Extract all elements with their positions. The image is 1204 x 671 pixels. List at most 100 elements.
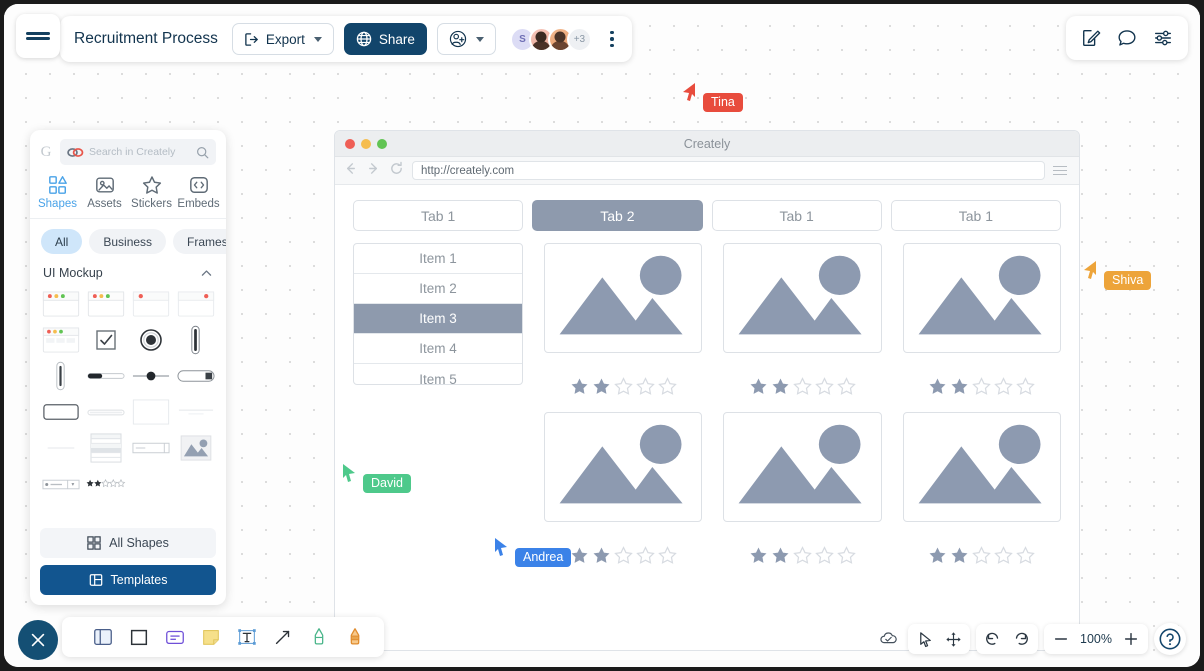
search-input[interactable]: Search in Creately xyxy=(60,139,216,165)
pan-move-icon[interactable] xyxy=(940,626,966,652)
mockup-card[interactable] xyxy=(902,243,1061,396)
shape-square-tool-icon[interactable] xyxy=(126,624,152,650)
zoom-level[interactable]: 100% xyxy=(1076,632,1116,646)
mockup-tab-1[interactable]: Tab 1 xyxy=(353,200,524,231)
star-rating[interactable] xyxy=(903,377,1061,396)
shape-window-single-dot-right[interactable] xyxy=(173,289,218,319)
zoom-group: 100% xyxy=(1044,624,1148,654)
shape-image-placeholder[interactable] xyxy=(173,433,218,463)
arrow-right-icon[interactable] xyxy=(366,161,381,181)
shape-star-rating[interactable] xyxy=(83,469,128,499)
mockup-card[interactable] xyxy=(544,243,703,396)
shape-radio-selected[interactable] xyxy=(128,325,173,355)
shape-browser-window-3dots[interactable] xyxy=(38,289,83,319)
plus-icon[interactable] xyxy=(1118,626,1144,652)
shape-browser-window-3dots-alt[interactable] xyxy=(83,289,128,319)
all-shapes-label: All Shapes xyxy=(109,536,169,550)
browser-mockup-shape[interactable]: Creately http://creately.com Tab 1 Tab 2… xyxy=(334,130,1080,651)
mockup-card[interactable] xyxy=(723,412,882,565)
shape-slider-handle[interactable] xyxy=(128,361,173,391)
shape-checkbox-checked[interactable] xyxy=(83,325,128,355)
history-group xyxy=(976,624,1039,654)
mockup-url-field[interactable]: http://creately.com xyxy=(412,161,1045,180)
image-placeholder-icon xyxy=(544,243,703,353)
mockup-tab-4[interactable]: Tab 1 xyxy=(890,200,1061,231)
document-title[interactable]: Recruitment Process xyxy=(74,30,222,48)
shape-scrollbar-vertical[interactable] xyxy=(38,361,83,391)
mockup-card[interactable] xyxy=(723,243,882,396)
templates-button[interactable]: Templates xyxy=(40,565,216,595)
collaborator-cursor-david: David xyxy=(341,463,411,493)
star-rating[interactable] xyxy=(903,546,1061,565)
list-item[interactable]: Item 1 xyxy=(354,244,522,274)
shape-progress-bar[interactable] xyxy=(83,361,128,391)
shape-date-picker[interactable] xyxy=(38,469,83,499)
image-placeholder-icon xyxy=(723,412,882,522)
help-button[interactable] xyxy=(1154,623,1186,655)
list-item[interactable]: Item 2 xyxy=(354,274,522,304)
tab-label: Assets xyxy=(87,198,122,210)
shape-divider-line[interactable] xyxy=(173,397,218,427)
mockup-tab-2[interactable]: Tab 2 xyxy=(532,200,703,231)
highlighter-tool-icon[interactable] xyxy=(342,624,368,650)
shape-browser-window-tabs[interactable] xyxy=(38,325,83,355)
list-item[interactable]: Item 3 xyxy=(354,304,522,334)
undo-icon[interactable] xyxy=(980,626,1006,652)
main-menu-button[interactable] xyxy=(16,14,60,58)
avatar-group: S +3 xyxy=(509,26,592,52)
filter-chip-frames[interactable]: Frames xyxy=(173,229,226,254)
list-item[interactable]: Item 4 xyxy=(354,334,522,364)
search-placeholder: Search in Creately xyxy=(89,146,176,158)
shape-data-table[interactable] xyxy=(83,433,128,463)
mockup-tab-bar: Tab 1 Tab 2 Tab 1 Tab 1 xyxy=(335,185,1079,231)
all-shapes-button[interactable]: All Shapes xyxy=(40,528,216,558)
tab-stickers[interactable]: Stickers xyxy=(128,175,175,210)
shape-scrollbar-vertical-dark[interactable] xyxy=(173,325,218,355)
shape-input-with-button[interactable] xyxy=(173,361,218,391)
export-button[interactable]: Export xyxy=(231,23,334,55)
comment-bubble-icon[interactable] xyxy=(1112,23,1142,53)
mockup-tab-3[interactable]: Tab 1 xyxy=(711,200,882,231)
shape-window-single-dot-left[interactable] xyxy=(128,289,173,319)
text-tool-icon[interactable] xyxy=(234,624,260,650)
shape-faint-line[interactable] xyxy=(38,433,83,463)
tab-embeds[interactable]: Embeds xyxy=(175,175,222,210)
frame-tool-icon[interactable] xyxy=(90,624,116,650)
share-button[interactable]: Share xyxy=(343,23,427,55)
hamburger-icon[interactable] xyxy=(1053,165,1071,176)
collaborators-button[interactable] xyxy=(436,23,496,55)
edit-pencil-icon[interactable] xyxy=(1076,23,1106,53)
grid-icon xyxy=(87,536,101,550)
star-rating[interactable] xyxy=(544,377,702,396)
close-x-icon xyxy=(31,633,45,647)
tab-shapes[interactable]: Shapes xyxy=(34,175,81,210)
cursor-label: David xyxy=(363,474,411,493)
shape-thin-progress-bar[interactable] xyxy=(83,397,128,427)
close-toolbar-button[interactable] xyxy=(18,620,58,660)
shape-section-header[interactable]: UI Mockup xyxy=(30,262,226,287)
reload-icon[interactable] xyxy=(389,161,404,181)
shape-empty-panel[interactable] xyxy=(128,397,173,427)
card-tool-icon[interactable] xyxy=(162,624,188,650)
tab-label: Embeds xyxy=(177,198,220,210)
pen-tool-icon[interactable] xyxy=(306,624,332,650)
filter-chip-business[interactable]: Business xyxy=(89,229,167,254)
star-rating[interactable] xyxy=(723,546,881,565)
shape-search-field[interactable] xyxy=(128,433,173,463)
star-rating[interactable] xyxy=(723,377,881,396)
cursor-select-icon[interactable] xyxy=(912,626,938,652)
sliders-settings-icon[interactable] xyxy=(1148,23,1178,53)
sticky-note-tool-icon[interactable] xyxy=(198,624,224,650)
redo-icon[interactable] xyxy=(1008,626,1034,652)
line-arrow-tool-icon[interactable] xyxy=(270,624,296,650)
avatar-overflow-count[interactable]: +3 xyxy=(566,26,592,52)
list-item[interactable]: Item 5 xyxy=(354,364,522,385)
cloud-check-icon[interactable] xyxy=(876,626,902,652)
arrow-left-icon[interactable] xyxy=(343,161,358,181)
tab-assets[interactable]: Assets xyxy=(81,175,128,210)
kebab-menu-icon[interactable] xyxy=(602,25,622,54)
filter-chip-all[interactable]: All xyxy=(41,229,83,254)
mockup-card[interactable] xyxy=(902,412,1061,565)
shape-rounded-button[interactable] xyxy=(38,397,83,427)
minus-icon[interactable] xyxy=(1048,626,1074,652)
